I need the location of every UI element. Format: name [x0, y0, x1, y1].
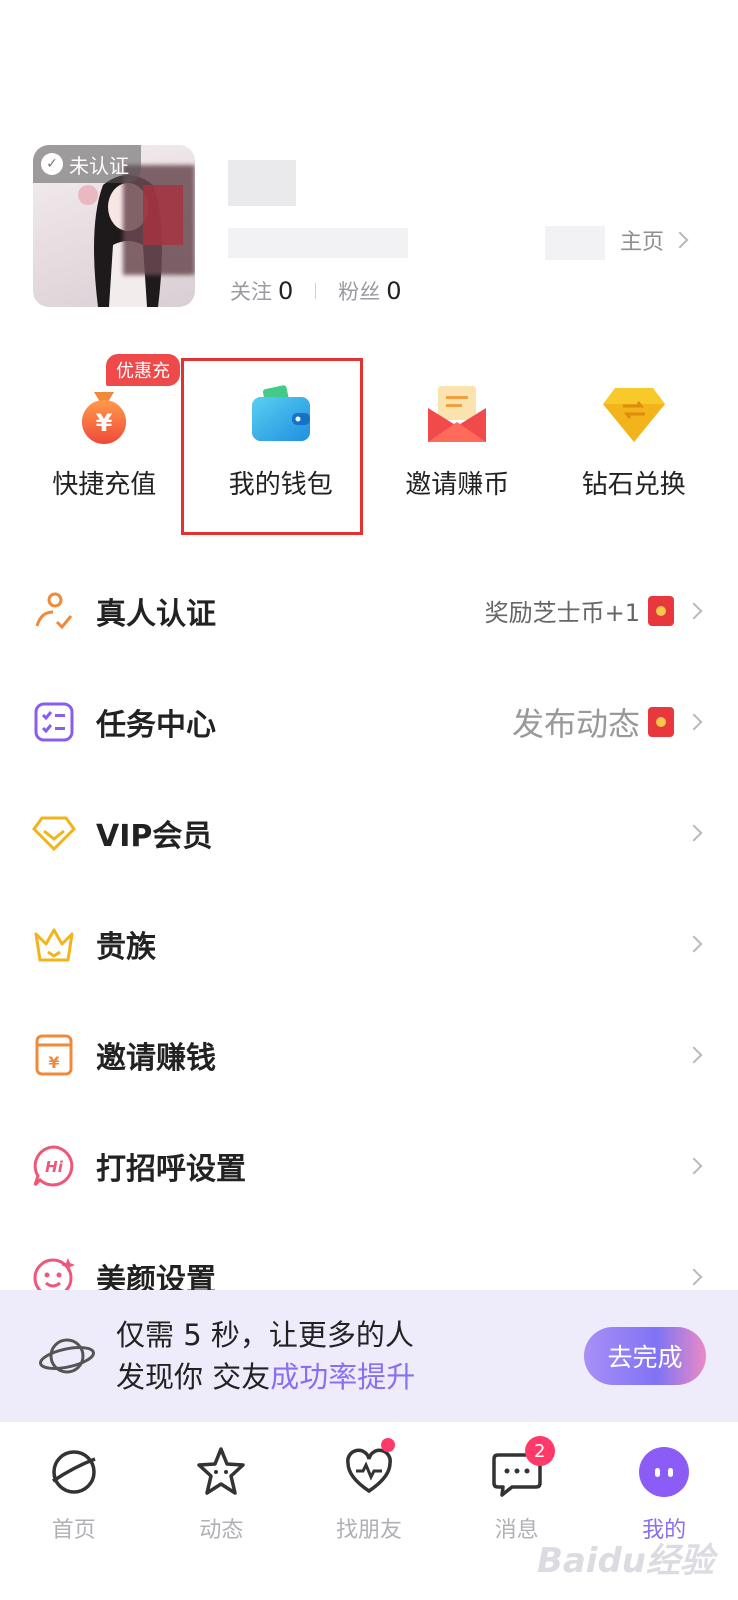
tab-moments[interactable]: 动态 [148, 1444, 296, 1600]
redacted-text [545, 226, 605, 260]
menu-item-title: 打招呼设置 [96, 1151, 246, 1187]
vip-diamond-icon [32, 811, 76, 855]
task-hint-text: 发布动态 [511, 704, 640, 743]
planet-icon [39, 1338, 95, 1374]
crown-icon [32, 922, 76, 966]
redacted-nickname [228, 160, 296, 206]
hi-bubble-icon: Hi [32, 1144, 76, 1188]
following-count: 0 [278, 277, 294, 305]
promo-tag: 优惠充 [106, 354, 180, 386]
envelope-icon [421, 378, 493, 450]
tab-find-friends[interactable]: 找朋友 [295, 1438, 443, 1600]
banner-line-2-text: 发现你 交友 [116, 1360, 271, 1394]
reward-text: 奖励芝士币+1 [484, 599, 640, 627]
promo-banner: 仅需 5 秒，让更多的人 发现你 交友成功率提升 去完成 [0, 1290, 738, 1422]
shortcut-label: 快捷充值 [52, 470, 157, 500]
check-shield-icon: ✓ [41, 153, 63, 175]
star-icon [193, 1444, 249, 1500]
menu-item-title: 真人认证 [96, 596, 216, 632]
svg-text:¥: ¥ [96, 409, 113, 437]
tab-label: 消息 [494, 1518, 539, 1543]
svg-text:Hi: Hi [45, 1158, 64, 1176]
watermark: Baidu经验 [536, 1541, 714, 1581]
svg-text:¥: ¥ [48, 1053, 59, 1072]
chevron-right-icon [685, 713, 703, 730]
unread-count-badge: 2 [524, 1436, 555, 1466]
banner-text: 仅需 5 秒，让更多的人 发现你 交友成功率提升 [116, 1314, 584, 1398]
banner-line-1: 仅需 5 秒，让更多的人 [116, 1318, 414, 1352]
shortcut-row: 优惠充 ¥ 快捷充值 我的钱包 邀请赚币 钻石兑换 [16, 354, 723, 530]
chevron-right-icon [685, 1268, 703, 1285]
menu-item-task-center[interactable]: 任务中心 发布动态 [0, 666, 738, 777]
heart-pulse-icon [341, 1444, 397, 1500]
shortcut-label: 邀请赚币 [405, 470, 510, 500]
chevron-right-icon [685, 1157, 703, 1174]
unverified-label: 未认证 [69, 153, 129, 178]
menu-item-nobility[interactable]: 贵族 [0, 888, 738, 999]
menu-item-greeting-settings[interactable]: Hi 打招呼设置 [0, 1110, 738, 1221]
menu-item-title: 任务中心 [96, 707, 216, 743]
me-face-icon [639, 1447, 690, 1497]
settings-menu: 真人认证 奖励芝士币+1 任务中心 发布动态 VIP会员 贵族 ¥ 邀请赚钱 H… [0, 555, 738, 1332]
tab-label: 首页 [51, 1518, 96, 1543]
invite-coins-shortcut[interactable]: 邀请赚币 [369, 360, 546, 530]
red-packet-icon [648, 706, 674, 737]
menu-item-vip[interactable]: VIP会员 [0, 777, 738, 888]
chevron-right-icon [671, 231, 689, 249]
redacted-id [228, 228, 408, 258]
diamond-exchange-shortcut[interactable]: 钻石兑换 [546, 360, 723, 530]
menu-item-title: 邀请赚钱 [96, 1040, 216, 1076]
menu-item-title: 贵族 [96, 929, 156, 965]
person-verify-icon [32, 589, 76, 633]
banner-highlight-text: 成功率提升 [270, 1360, 416, 1394]
diamond-icon [598, 378, 670, 450]
chevron-right-icon [685, 602, 703, 619]
quick-recharge-shortcut[interactable]: 优惠充 ¥ 快捷充值 [16, 354, 193, 530]
task-list-icon [32, 700, 76, 744]
chevron-right-icon [685, 1046, 703, 1063]
fans-label: 粉丝 [338, 280, 381, 304]
fans-stat[interactable]: 粉丝 0 [338, 276, 401, 306]
tab-label: 找朋友 [335, 1518, 402, 1543]
menu-item-hint: 发布动态 [512, 699, 674, 745]
avatar-mosaic [143, 185, 183, 245]
profile-header: ✓ 未认证 主页 关注 0 粉丝 0 [0, 0, 738, 340]
money-bag-icon: ¥ [68, 378, 140, 450]
fans-count: 0 [386, 277, 402, 305]
chevron-right-icon [685, 935, 703, 952]
home-link-label: 主页 [619, 230, 664, 255]
home-page-link[interactable]: 主页 [619, 224, 689, 256]
planet-icon [46, 1444, 102, 1500]
unverified-badge[interactable]: ✓ 未认证 [33, 145, 141, 183]
invite-money-icon: ¥ [32, 1033, 76, 1077]
menu-item-real-person-verify[interactable]: 真人认证 奖励芝士币+1 [0, 555, 738, 666]
banner-line-2: 发现你 交友成功率提升 [116, 1356, 584, 1398]
follow-stats: 关注 0 粉丝 0 [230, 276, 402, 306]
shortcut-label: 钻石兑换 [581, 470, 686, 500]
chevron-right-icon [685, 824, 703, 841]
menu-item-invite-earn[interactable]: ¥ 邀请赚钱 [0, 999, 738, 1110]
me-tab-icon-wrap [636, 1444, 692, 1500]
following-label: 关注 [230, 280, 272, 304]
following-stat[interactable]: 关注 0 [230, 276, 293, 306]
tab-home[interactable]: 首页 [0, 1444, 148, 1600]
go-complete-button[interactable]: 去完成 [584, 1327, 706, 1385]
red-packet-icon [648, 595, 674, 626]
highlight-annotation-box [181, 358, 363, 535]
menu-item-hint: 奖励芝士币+1 [485, 593, 674, 628]
menu-item-title: VIP会员 [96, 818, 213, 854]
divider [315, 283, 317, 299]
tab-label: 动态 [199, 1518, 244, 1543]
